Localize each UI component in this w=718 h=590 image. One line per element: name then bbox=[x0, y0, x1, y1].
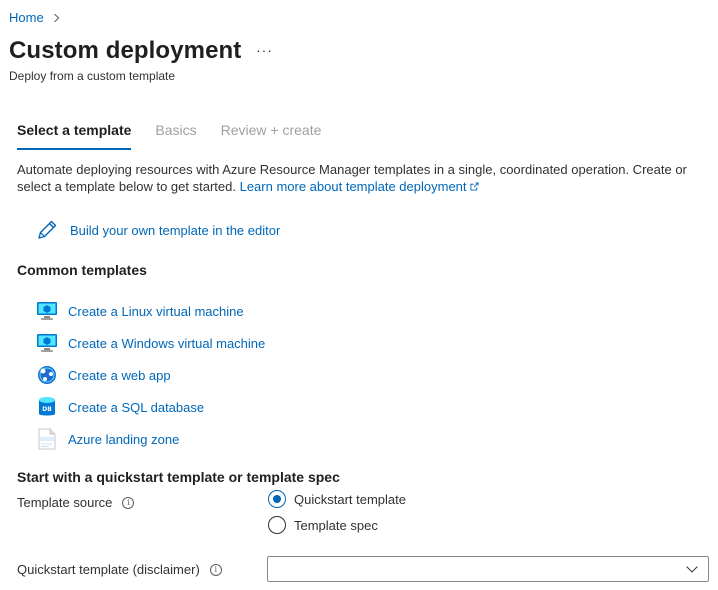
web-app-icon bbox=[36, 364, 58, 386]
template-windows-vm[interactable]: Create a Windows virtual machine bbox=[36, 327, 265, 359]
vm-icon bbox=[36, 300, 58, 322]
template-azure-landing-zone[interactable]: Azure landing zone bbox=[36, 423, 265, 455]
build-own-template-label[interactable]: Build your own template in the editor bbox=[70, 223, 280, 238]
external-link-icon bbox=[469, 182, 479, 191]
learn-more-link[interactable]: Learn more about template deployment bbox=[240, 179, 467, 194]
quickstart-template-label: Quickstart template (disclaimer) i bbox=[17, 562, 222, 577]
json-file-icon bbox=[36, 428, 58, 450]
pencil-icon bbox=[38, 220, 57, 239]
quickstart-template-text: Quickstart template (disclaimer) bbox=[17, 562, 200, 577]
radio-quickstart-template[interactable]: Quickstart template bbox=[268, 490, 406, 508]
chevron-down-icon bbox=[686, 561, 698, 573]
page-title: Custom deployment bbox=[9, 37, 242, 64]
radio-button-checked[interactable] bbox=[268, 490, 286, 508]
quickstart-heading: Start with a quickstart template or temp… bbox=[17, 469, 340, 485]
breadcrumb-home-link[interactable]: Home bbox=[9, 10, 44, 25]
tab-select-template[interactable]: Select a template bbox=[17, 122, 132, 150]
radio-template-spec[interactable]: Template spec bbox=[268, 516, 378, 534]
wizard-tabs: Select a template Basics Review + create bbox=[17, 122, 345, 150]
radio-label: Template spec bbox=[294, 517, 378, 533]
info-icon[interactable]: i bbox=[209, 563, 222, 576]
sql-database-icon: DB bbox=[36, 396, 58, 418]
template-description: Automate deploying resources with Azure … bbox=[17, 161, 707, 195]
template-web-app[interactable]: Create a web app bbox=[36, 359, 265, 391]
template-label[interactable]: Create a Linux virtual machine bbox=[68, 304, 244, 319]
template-source-label: Template source i bbox=[17, 495, 135, 510]
common-templates-heading: Common templates bbox=[17, 262, 147, 278]
tab-review-create[interactable]: Review + create bbox=[221, 122, 322, 150]
template-label[interactable]: Create a web app bbox=[68, 368, 171, 383]
svg-text:DB: DB bbox=[42, 406, 52, 413]
page-subtitle: Deploy from a custom template bbox=[9, 69, 176, 83]
quickstart-template-dropdown[interactable] bbox=[267, 556, 709, 582]
template-sql-database[interactable]: DB Create a SQL database bbox=[36, 391, 265, 423]
common-templates-list: Create a Linux virtual machine Create a … bbox=[36, 295, 265, 455]
info-icon[interactable]: i bbox=[122, 496, 135, 509]
template-source-text: Template source bbox=[17, 495, 113, 510]
radio-button[interactable] bbox=[268, 516, 286, 534]
more-options-button[interactable]: ··· bbox=[256, 42, 273, 58]
tab-basics[interactable]: Basics bbox=[155, 122, 196, 150]
chevron-right-icon bbox=[50, 13, 59, 23]
template-label[interactable]: Azure landing zone bbox=[68, 432, 179, 447]
vm-icon bbox=[36, 332, 58, 354]
template-label[interactable]: Create a Windows virtual machine bbox=[68, 336, 265, 351]
template-label[interactable]: Create a SQL database bbox=[68, 400, 204, 415]
radio-label: Quickstart template bbox=[294, 491, 406, 507]
template-linux-vm[interactable]: Create a Linux virtual machine bbox=[36, 295, 265, 327]
build-own-template-link[interactable]: Build your own template in the editor bbox=[36, 219, 280, 241]
breadcrumb: Home bbox=[9, 10, 59, 25]
